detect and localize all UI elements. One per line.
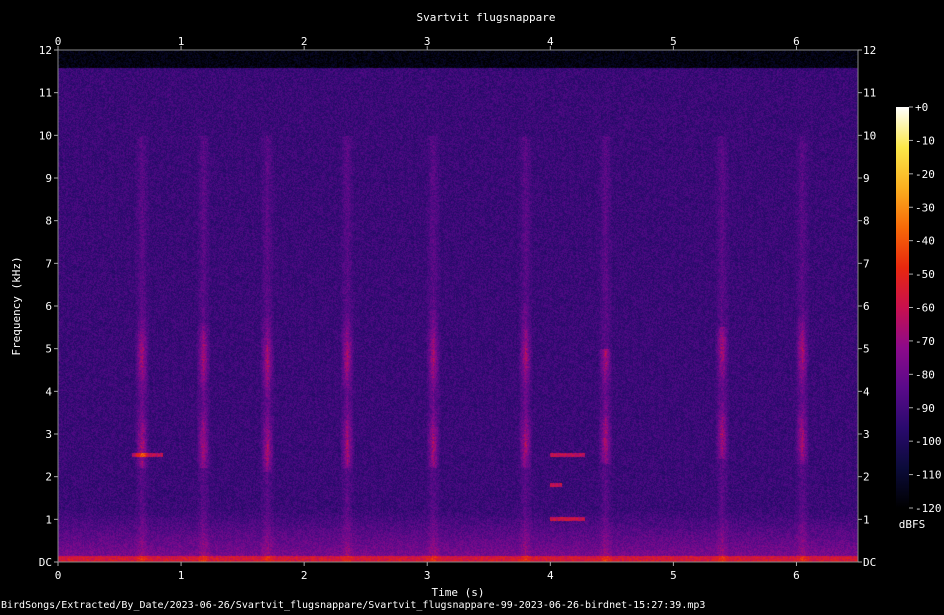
- y-tick-label-right: 6: [863, 300, 870, 313]
- colorbar-tick-label: -80: [915, 368, 935, 381]
- y-tick-label: DC: [39, 556, 52, 569]
- spectrogram-chart: Svartvit flugsnappare 00112233445566 DC D…: [1, 11, 942, 611]
- y-tick-label: 1: [45, 513, 52, 526]
- y-tick-label-right: 11: [863, 87, 876, 100]
- y-tick-label-right: 2: [863, 471, 870, 484]
- x-tick-label-top: 6: [793, 35, 800, 48]
- x-tick-label-top: 0: [55, 35, 62, 48]
- colorbar-tick-label: -40: [915, 235, 935, 248]
- y-tick-label: 10: [39, 129, 52, 142]
- y-tick-label: 8: [45, 215, 52, 228]
- x-tick-label-top: 2: [301, 35, 308, 48]
- colorbar-tick-label: -120: [915, 502, 942, 515]
- y-tick-label-right: DC: [863, 556, 876, 569]
- x-tick-label-top: 4: [547, 35, 554, 48]
- colorbar-label: dBFS: [899, 518, 926, 531]
- y-tick-label: 11: [39, 87, 52, 100]
- x-tick-label: 5: [670, 569, 677, 582]
- x-tick-label-top: 5: [670, 35, 677, 48]
- file-path-label: BirdSongs/Extracted/By_Date/2023-06-26/S…: [1, 600, 705, 611]
- y-tick-label-right: 3: [863, 428, 870, 441]
- colorbar-tick-label: -60: [915, 302, 935, 315]
- spectrogram-figure: Svartvit flugsnappare 00112233445566 DC D…: [0, 0, 944, 611]
- y-tick-label: 2: [45, 471, 52, 484]
- y-tick-label-right: 5: [863, 343, 870, 356]
- y-tick-label: 6: [45, 300, 52, 313]
- x-tick-label: 2: [301, 569, 308, 582]
- x-tick-label-top: 3: [424, 35, 431, 48]
- colorbar-tick-label: -50: [915, 268, 935, 281]
- colorbar-tick-label: -30: [915, 201, 935, 214]
- colorbar-tick-label: -70: [915, 335, 935, 348]
- colorbar-tick-label: -100: [915, 435, 942, 448]
- x-tick-label: 4: [547, 569, 554, 582]
- x-tick-label: 1: [178, 569, 185, 582]
- x-tick-label: 6: [793, 569, 800, 582]
- y-tick-label-right: 8: [863, 215, 870, 228]
- y-tick-label-right: 10: [863, 129, 876, 142]
- y-tick-label-right: 12: [863, 44, 876, 57]
- y-tick-label-right: 1: [863, 513, 870, 526]
- y-tick-label: 4: [45, 385, 52, 398]
- x-tick-label: 3: [424, 569, 431, 582]
- y-tick-label: 9: [45, 172, 52, 185]
- colorbar: [896, 107, 909, 508]
- y-axis-label: Frequency (kHz): [10, 256, 23, 355]
- chart-title: Svartvit flugsnappare: [416, 11, 555, 24]
- y-tick-label: 3: [45, 428, 52, 441]
- x-tick-label-top: 1: [178, 35, 185, 48]
- colorbar-tick-label: -90: [915, 402, 935, 415]
- y-tick-label-right: 9: [863, 172, 870, 185]
- colorbar-ticks: +0 -10 -20 -30 -40 -50 -60 -70 -80 -90 -100 -110 -12…: [909, 101, 942, 515]
- y-tick-label-right: 4: [863, 385, 870, 398]
- colorbar-tick-label: -110: [915, 469, 942, 482]
- colorbar-tick-label: +0: [915, 101, 928, 114]
- y-tick-label: 7: [45, 257, 52, 270]
- y-tick-label-right: 7: [863, 257, 870, 270]
- x-tick-label: 0: [55, 569, 62, 582]
- x-axis-label: Time (s): [432, 586, 485, 599]
- spectrogram-image: [58, 50, 858, 562]
- y-tick-label: 5: [45, 343, 52, 356]
- y-tick-label: 12: [39, 44, 52, 57]
- colorbar-tick-label: -10: [915, 134, 935, 147]
- colorbar-tick-label: -20: [915, 168, 935, 181]
